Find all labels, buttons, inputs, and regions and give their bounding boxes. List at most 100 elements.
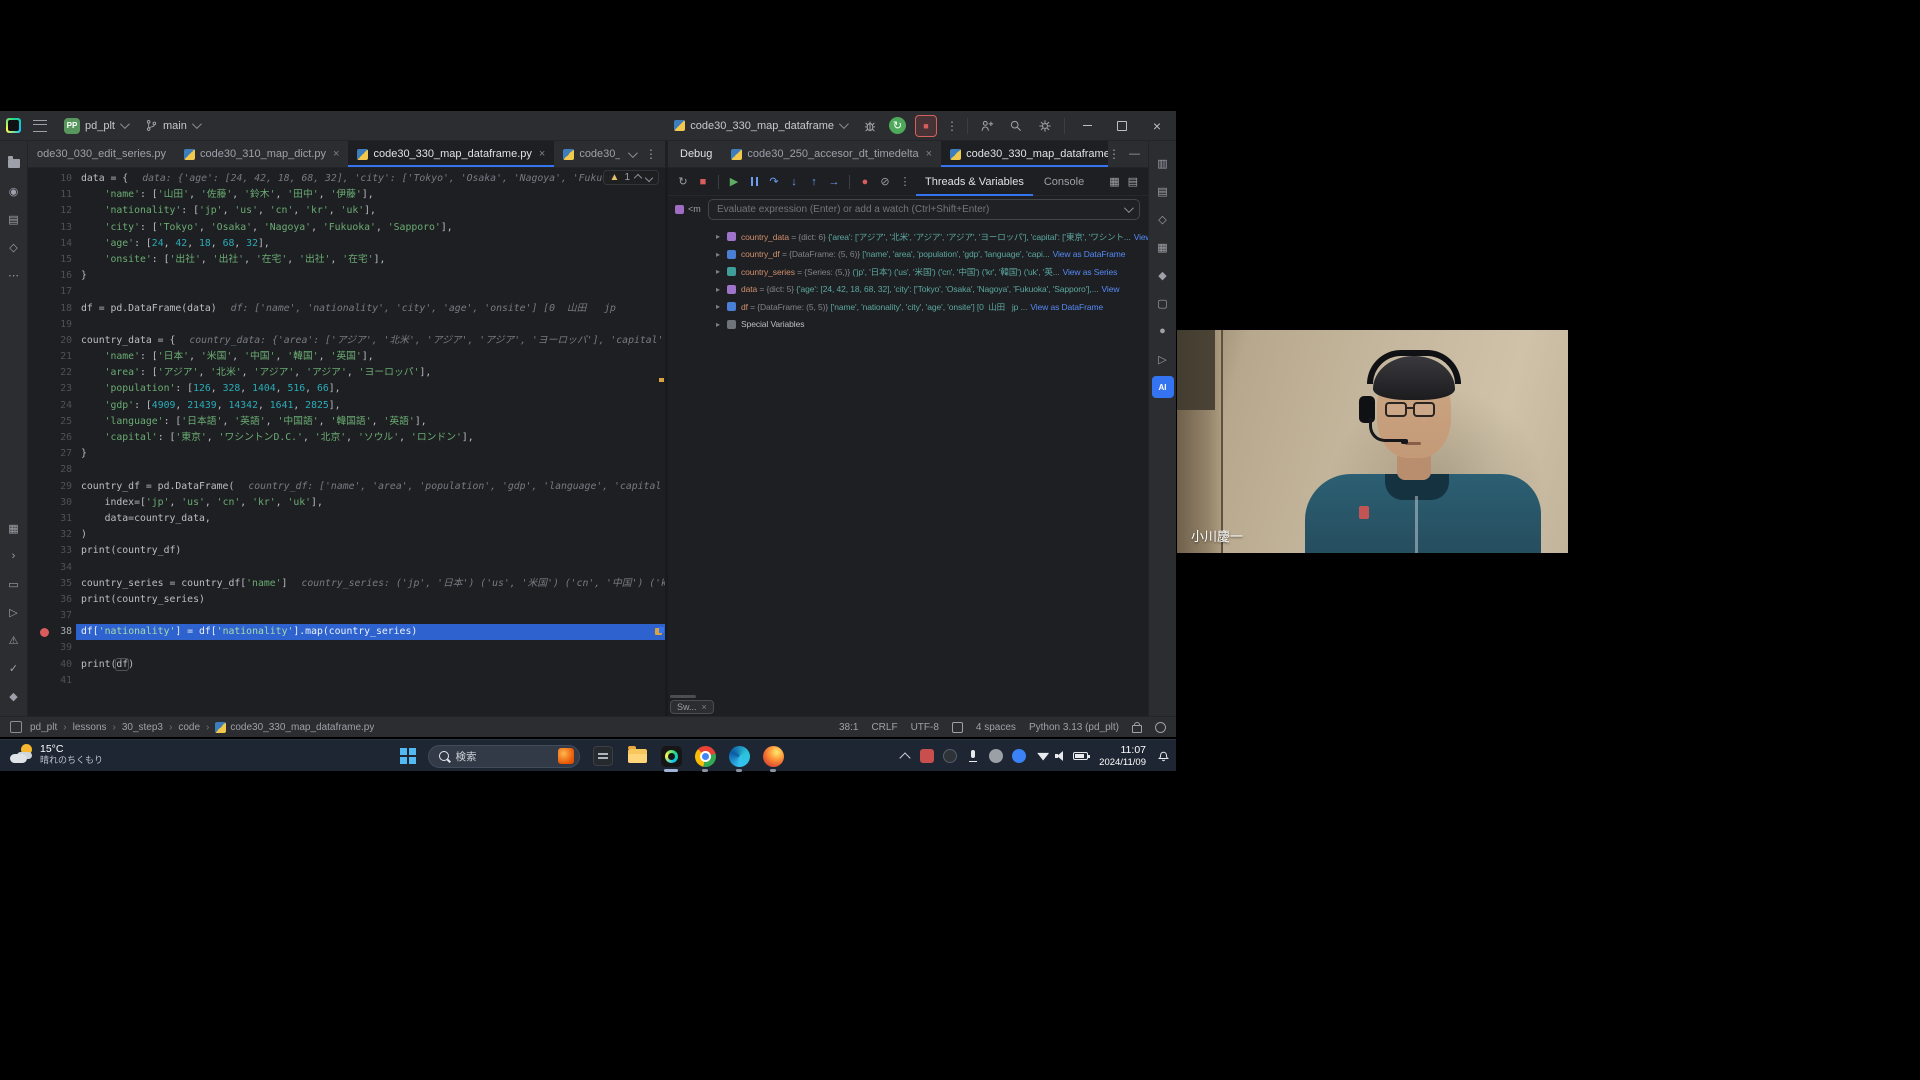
line-number[interactable]: 25 [28,414,76,430]
dependencies-icon[interactable]: ◆ [1152,264,1174,286]
variable-row[interactable]: ▸country_data = {dict: 6} {'area': ['アジア… [716,228,1148,246]
line-number[interactable]: 17 [28,284,76,300]
close-notification-icon[interactable]: × [702,702,707,712]
code-line[interactable]: 16} [28,268,665,284]
run-config-selector[interactable]: code30_330_map_dataframe [669,117,851,135]
more-tools-icon[interactable]: ⋯ [3,264,25,286]
rerun-button[interactable]: ↻ [889,117,906,134]
gradle-icon[interactable]: ◇ [1152,208,1174,230]
lock-icon[interactable] [1132,725,1142,733]
line-separator[interactable]: CRLF [871,722,897,733]
vcs-icon[interactable]: ◆ [3,685,25,707]
line-number[interactable]: 14 [28,236,76,252]
breadcrumb-item[interactable]: code30_330_map_dataframe.py [215,722,374,733]
view-link[interactable]: View as DataFrame [1030,302,1103,312]
debug-session-tab[interactable]: code30_330_map_dataframe× [941,141,1108,167]
tab-threads-variables[interactable]: Threads & Variables [916,168,1033,196]
taskbar-app-notepad-icon[interactable] [592,745,615,768]
project-selector[interactable]: PP pd_plt [59,115,132,137]
close-button[interactable]: × [1144,115,1170,137]
prev-problem-icon[interactable] [634,173,642,181]
todo-icon[interactable]: ✓ [3,657,25,679]
run-strip-icon[interactable]: ▷ [1152,348,1174,370]
code-line[interactable]: 28 [28,462,665,478]
caret-position[interactable]: 38:1 [839,722,858,733]
tab-console[interactable]: Console [1035,168,1093,196]
view-link[interactable]: View as Series [1063,267,1118,277]
run-to-cursor-icon[interactable]: → [825,173,843,191]
view-link[interactable]: View as DataFrame [1053,249,1126,259]
line-number[interactable]: 23 [28,381,76,397]
line-number[interactable]: 29 [28,479,76,495]
line-number[interactable]: 31 [28,511,76,527]
tray-mic-icon[interactable] [966,749,980,763]
notification-bell-icon[interactable] [1157,750,1170,763]
tray-cloud-icon[interactable] [1012,749,1026,763]
code-line[interactable]: 24 'gdp': [4909, 21439, 14342, 1641, 282… [28,398,665,414]
code-line[interactable]: 32) [28,527,665,543]
tray-recorder-icon[interactable] [943,749,957,763]
view-breakpoints-icon[interactable]: ● [856,173,874,191]
step-over-icon[interactable]: ↷ [765,173,783,191]
code-line[interactable]: 10data = {data: {'age': [24, 42, 18, 68,… [28,171,665,187]
stop-icon[interactable]: ■ [694,173,712,191]
status-misc-icon[interactable] [1155,722,1166,733]
code-line[interactable]: 23 'population': [126, 328, 1404, 516, 6… [28,381,665,397]
code-with-me-button[interactable] [977,116,997,136]
pause-icon[interactable] [745,173,763,191]
python-interpreter[interactable]: Python 3.13 (pd_plt) [1029,722,1119,733]
indent-style[interactable]: 4 spaces [976,722,1016,733]
notification-popup[interactable]: Sw... × [670,700,714,714]
breadcrumb-item[interactable]: 30_step3 [122,722,163,733]
minimize-button[interactable] [1074,115,1100,137]
code-line[interactable]: 19 [28,317,665,333]
stop-button[interactable]: ■ [915,115,937,137]
code-line[interactable]: 27} [28,446,665,462]
code-line[interactable]: 20country_data = {country_data: {'area':… [28,333,665,349]
line-number[interactable]: 12 [28,203,76,219]
structure-icon[interactable]: ▤ [3,208,25,230]
breadcrumbs[interactable]: pd_plt›lessons›30_step3›code›code30_330_… [30,722,374,733]
layout-settings-icon[interactable]: ▦ [1109,175,1119,188]
mute-breakpoints-icon[interactable]: ⊘ [876,173,894,191]
settings-button[interactable] [1035,116,1055,136]
taskbar-clock[interactable]: 11:07 2024/11/09 [1099,744,1146,768]
commit-icon[interactable]: ◉ [3,180,25,202]
weather-widget[interactable]: 15°C 晴れのちくもり [10,743,103,765]
panel-options-icon[interactable]: ▤ [1128,175,1138,188]
services-icon[interactable]: ▷ [3,601,25,623]
editor-pane[interactable]: 10data = {data: {'age': [24, 42, 18, 68,… [28,168,665,716]
readonly-icon[interactable] [952,722,963,733]
taskbar-app-edge-icon[interactable] [728,745,751,768]
documentation-icon[interactable]: ▢ [1152,292,1174,314]
debug-hscrollbar[interactable] [670,695,696,698]
line-number[interactable]: 38 [28,624,76,640]
terminal-icon[interactable]: ▭ [3,573,25,595]
hide-panel-icon[interactable]: — [1129,148,1140,160]
variable-row[interactable]: ▸Special Variables [716,316,1148,334]
view-link[interactable]: View [1134,232,1148,242]
database-icon[interactable]: ▤ [1152,180,1174,202]
taskbar-app-explorer-icon[interactable] [626,745,649,768]
code-line[interactable]: 40print(df) [28,657,665,673]
more-icon[interactable]: ⋮ [896,173,914,191]
chevron-down-icon[interactable] [628,148,638,158]
line-number[interactable]: 41 [28,673,76,689]
close-tab-icon[interactable]: × [926,148,932,160]
code-line[interactable]: 15 'onsite': ['出社', '出社', '在宅', '出社', '在… [28,252,665,268]
variable-row[interactable]: ▸country_df = {DataFrame: (5, 6)} ['name… [716,246,1148,264]
code-line[interactable]: 17 [28,284,665,300]
code-line[interactable]: 41 [28,673,665,689]
system-icons[interactable] [1037,751,1088,761]
python-console-icon[interactable]: › [3,545,25,567]
next-problem-icon[interactable] [645,173,653,181]
line-number[interactable]: 15 [28,252,76,268]
code-line[interactable]: 37 [28,608,665,624]
line-number[interactable]: 20 [28,333,76,349]
breadcrumb-item[interactable]: lessons [73,722,107,733]
line-number[interactable]: 13 [28,220,76,236]
line-number[interactable]: 37 [28,608,76,624]
line-number[interactable]: 30 [28,495,76,511]
code-line[interactable]: 36print(country_series) [28,592,665,608]
line-number[interactable]: 11 [28,187,76,203]
